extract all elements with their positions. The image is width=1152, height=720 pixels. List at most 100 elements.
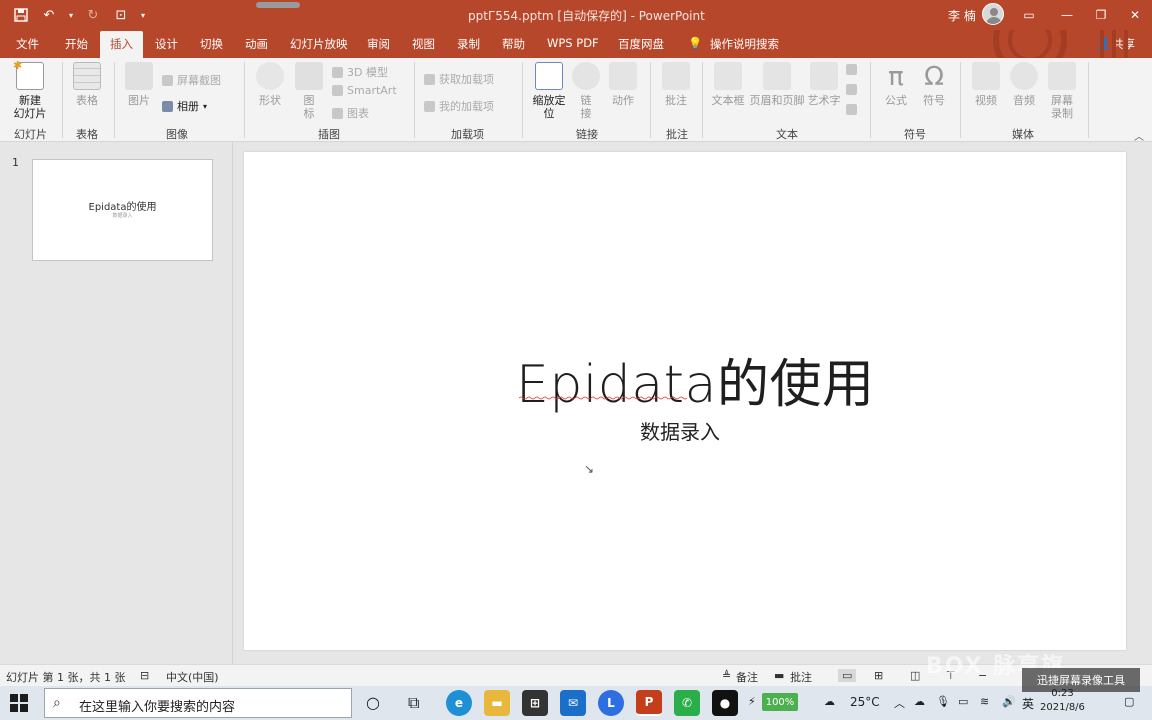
wechat-icon[interactable]: ✆ — [674, 690, 700, 716]
collapse-ribbon-icon[interactable]: ︿ — [1134, 128, 1144, 143]
tab-wps-pdf[interactable]: WPS PDF — [547, 36, 599, 50]
get-addins-button[interactable]: 获取加载项 — [424, 71, 494, 87]
slide-thumbnail[interactable]: Epidata的使用 数据录入 — [32, 159, 213, 261]
pane-divider[interactable] — [232, 142, 233, 664]
maximize-button[interactable]: ❐ — [1084, 0, 1118, 30]
tell-me-search[interactable]: 操作说明搜索 — [710, 36, 779, 52]
tab-animations[interactable]: 动画 — [245, 36, 268, 52]
group-separator — [62, 62, 63, 138]
group-label-illustrations: 插图 — [318, 128, 340, 141]
audio-button[interactable]: 音频 — [1008, 62, 1040, 107]
close-button[interactable]: ✕ — [1118, 0, 1152, 30]
header-footer-button[interactable]: 页眉和页脚 — [748, 62, 806, 107]
screen-record-button[interactable]: 屏幕 录制 — [1046, 62, 1078, 120]
onedrive-icon[interactable]: ☁ — [914, 695, 925, 708]
minimize-button[interactable]: — — [1050, 0, 1084, 30]
customize-qat-icon[interactable]: ▾ — [138, 4, 148, 26]
group-separator — [114, 62, 115, 138]
tab-transitions[interactable]: 切换 — [200, 36, 223, 52]
slide-title[interactable]: Epidata的使用 — [516, 342, 874, 417]
action-button[interactable]: 动作 — [608, 62, 638, 107]
store-icon[interactable]: ⊞ — [522, 690, 548, 716]
mail-icon[interactable]: ✉ — [560, 690, 586, 716]
ribbon-display-options-icon[interactable]: ▭ — [1012, 0, 1046, 30]
tab-insert[interactable]: 插入 — [100, 31, 143, 58]
task-view-icon[interactable]: ⧉ — [408, 693, 419, 713]
shapes-button[interactable]: 形状 — [254, 62, 286, 107]
icons-button[interactable]: 图 标 — [294, 62, 324, 120]
slide-sorter-icon[interactable]: ⊞ — [874, 669, 883, 682]
powerpoint-icon[interactable]: P — [636, 690, 662, 716]
share-icon[interactable]: 👤 — [1096, 36, 1110, 50]
app-l-icon[interactable]: L — [598, 690, 624, 716]
tab-help[interactable]: 帮助 — [502, 36, 525, 52]
tab-design[interactable]: 设计 — [155, 36, 178, 52]
zoom-button[interactable]: 缩放定 位 — [530, 62, 568, 120]
share-button[interactable]: 共享 — [1112, 36, 1135, 52]
comments-icon[interactable]: ▬ — [774, 669, 784, 682]
table-button[interactable]: 表格 — [72, 62, 102, 107]
normal-view-icon[interactable]: ▭ — [838, 669, 857, 682]
link-button[interactable]: 链 接 — [572, 62, 600, 120]
file-explorer-icon[interactable]: ▬ — [484, 690, 510, 716]
temperature[interactable]: 25°C — [850, 695, 880, 709]
screenshot-button[interactable]: 屏幕截图 — [162, 72, 221, 88]
picture-button[interactable]: 图片 — [124, 62, 154, 107]
reading-view-icon[interactable]: ◫ — [910, 669, 920, 682]
taskbar-search-box[interactable]: ⌕ 在这里输入你要搜索的内容 — [44, 688, 352, 718]
volume-icon[interactable]: 🔊 — [1002, 695, 1016, 708]
album-button[interactable]: 相册 ▾ — [162, 98, 207, 114]
slide-subtitle[interactable]: 数据录入 — [640, 416, 720, 445]
textbox-button[interactable]: 文本框 — [710, 62, 746, 107]
tab-baidu-netdisk[interactable]: 百度网盘 — [618, 36, 664, 52]
3d-models-button[interactable]: 3D 模型 — [332, 64, 388, 80]
smartart-button[interactable]: SmartArt — [332, 84, 397, 97]
tab-file[interactable]: 文件 — [16, 36, 39, 52]
symbol-button[interactable]: Ω 符号 — [918, 62, 950, 107]
wifi-icon[interactable]: ≋ — [980, 695, 989, 708]
screen-record-icon — [1048, 62, 1076, 90]
new-slide-button[interactable]: ✱ 新建 幻灯片 — [8, 59, 52, 120]
wordart-button[interactable]: 艺术字 — [806, 62, 842, 107]
save-icon[interactable] — [10, 4, 32, 26]
edge-icon[interactable]: e — [446, 690, 472, 716]
redo-icon[interactable]: ↻ — [82, 4, 104, 26]
tab-home[interactable]: 开始 — [65, 36, 88, 52]
tab-slideshow[interactable]: 幻灯片放映 — [290, 36, 348, 52]
microphone-icon[interactable]: 🎙 — [936, 695, 950, 708]
group-separator — [870, 62, 871, 138]
weather-icon[interactable]: ☁ — [824, 695, 835, 708]
windows-start-icon[interactable] — [10, 694, 28, 712]
recorder-app-icon[interactable]: ● — [712, 690, 738, 716]
language-indicator[interactable]: 中文(中国) — [166, 669, 219, 685]
show-hidden-icons-icon[interactable]: ︿ — [894, 695, 905, 711]
user-name[interactable]: 李 楠 — [948, 7, 976, 24]
chart-button[interactable]: 图表 — [332, 105, 369, 121]
accessibility-icon[interactable]: ⊟ — [140, 669, 149, 682]
slide-number-button[interactable] — [846, 84, 857, 95]
battery-tray-icon[interactable]: ▭ — [958, 695, 968, 708]
notes-icon[interactable]: ≜ — [722, 669, 731, 682]
equation-button[interactable]: π 公式 — [880, 62, 912, 107]
from-beginning-icon[interactable]: ⊡ — [110, 4, 132, 26]
textbox-icon — [714, 62, 742, 90]
object-button[interactable] — [846, 104, 857, 115]
tab-view[interactable]: 视图 — [412, 36, 435, 52]
notification-icon[interactable]: ▢ — [1124, 695, 1134, 708]
cortana-icon[interactable]: ○ — [366, 693, 380, 712]
undo-icon[interactable]: ↶ — [38, 4, 60, 26]
tab-review[interactable]: 审阅 — [367, 36, 390, 52]
tab-record[interactable]: 录制 — [457, 36, 480, 52]
ime-indicator[interactable]: 英 — [1022, 695, 1034, 712]
battery-indicator[interactable]: 100% — [762, 693, 798, 711]
comment-button[interactable]: 批注 — [660, 62, 692, 107]
date-time-button[interactable] — [846, 64, 857, 75]
slide-canvas[interactable]: Epidata的使用 数据录入 ↘ — [244, 152, 1126, 650]
header-footer-icon — [763, 62, 791, 90]
comments-button[interactable]: 批注 — [790, 669, 812, 685]
video-button[interactable]: 视频 — [970, 62, 1002, 107]
my-addins-button[interactable]: 我的加载项 — [424, 98, 494, 114]
undo-dropdown-icon[interactable]: ▾ — [66, 4, 76, 26]
avatar[interactable] — [982, 3, 1004, 25]
notes-button[interactable]: 备注 — [736, 669, 758, 685]
